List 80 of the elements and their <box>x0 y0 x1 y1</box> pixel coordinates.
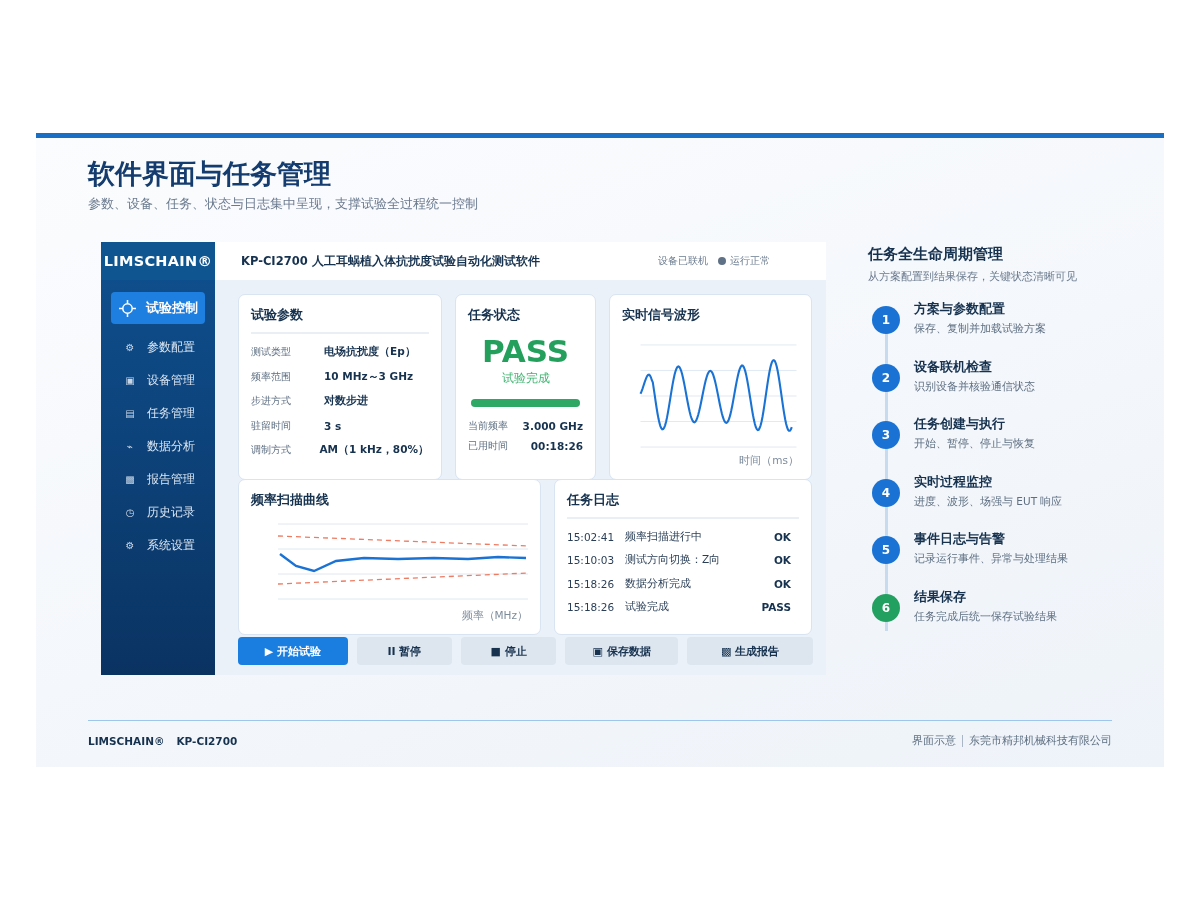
footer-model: KP-CI2700 <box>176 735 238 747</box>
footer-note: 界面示意 <box>912 734 956 748</box>
log-event: 测试方向切换：Z向 <box>625 553 722 568</box>
param-value: 对数步进 <box>324 394 368 409</box>
step-title: 任务创建与执行 <box>914 415 1006 433</box>
slide-title: 软件界面与任务管理 <box>88 157 332 191</box>
step-number: 1 <box>872 306 900 334</box>
axis-label: 频率（MHz） <box>460 609 528 623</box>
step-number: 6 <box>872 593 900 622</box>
card-title: 任务状态 <box>468 306 521 324</box>
param-label: 频率范围 <box>251 369 292 384</box>
nav-item[interactable]: ⚙ 参数配置 <box>111 331 205 364</box>
step-title: 结果保存 <box>914 587 967 606</box>
nav-item[interactable]: ◷ 历史记录 <box>111 496 205 529</box>
status-text: 设备已联机 <box>658 254 708 268</box>
step-number: 2 <box>872 363 900 392</box>
footer-brand: LIMSCHAIN® <box>88 735 165 747</box>
log-result: OK <box>773 554 792 567</box>
status-text: 运行正常 <box>730 254 770 268</box>
step-description: 保存、复制并加载试验方案 <box>914 322 1046 336</box>
step-title: 方案与参数配置 <box>914 300 1006 318</box>
log-event: 试验完成 <box>625 600 670 615</box>
log-result: OK <box>773 577 792 590</box>
card-title: 任务日志 <box>567 491 799 519</box>
nav-item[interactable]: ▤ 任务管理 <box>111 397 205 430</box>
step-description: 记录运行事件、异常与处理结果 <box>914 552 1068 566</box>
app-title: KP-CI2700 人工耳蜗植入体抗扰度试验自动化测试软件 <box>241 253 541 269</box>
param-value: 电场抗扰度（Ep） <box>324 345 416 360</box>
log-time: 15:02:41 <box>567 530 616 543</box>
step-number: 5 <box>872 536 900 564</box>
log-event: 频率扫描进行中 <box>625 529 703 544</box>
crosshair-icon <box>119 299 136 317</box>
status-label: 当前频率 <box>468 419 509 433</box>
param-label: 测试类型 <box>251 345 292 360</box>
action-button[interactable]: ▩ 生成报告 <box>687 637 813 665</box>
app-logo: LIMSCHAIN® <box>101 242 215 280</box>
nav-item[interactable]: ⌁ 数据分析 <box>111 430 205 463</box>
step-title: 实时过程监控 <box>914 472 993 491</box>
nav-item[interactable]: ▩ 报告管理 <box>111 463 205 496</box>
section-subtitle: 从方案配置到结果保存，关键状态清晰可见 <box>868 270 1078 284</box>
step-description: 识别设备并核验通信状态 <box>914 379 1035 394</box>
log-time: 15:18:26 <box>567 601 616 614</box>
action-button[interactable]: ▣ 保存数据 <box>565 637 678 665</box>
card-title: 实时信号波形 <box>622 306 701 324</box>
status-value: 00:18:26 <box>530 440 583 452</box>
log-time: 15:18:26 <box>567 577 616 590</box>
footer-company: 东莞市精邦机械科技有限公司 <box>969 734 1112 748</box>
log-result: PASS <box>761 601 792 614</box>
param-label: 步进方式 <box>251 394 292 409</box>
nav-item[interactable]: ⚙ 系统设置 <box>111 529 205 562</box>
card-title: 试验参数 <box>251 306 429 334</box>
step-title: 事件日志与告警 <box>914 530 1006 548</box>
log-time: 15:10:03 <box>567 554 616 567</box>
result-text: PASS <box>480 334 571 368</box>
step-description: 任务完成后统一保存试验结果 <box>914 609 1057 624</box>
card-title: 频率扫描曲线 <box>251 491 330 509</box>
step-number: 3 <box>872 421 900 449</box>
action-button[interactable]: II 暂停 <box>357 637 452 665</box>
action-button[interactable]: ■ 停止 <box>461 637 556 665</box>
step-description: 开始、暂停、停止与恢复 <box>914 437 1035 451</box>
status-dot <box>718 257 726 265</box>
nav-item[interactable]: 试验控制 <box>111 292 205 324</box>
status-value: 3.000 GHz <box>522 420 583 432</box>
param-label: 驻留时间 <box>251 418 292 433</box>
param-value: 10 MHz～3 GHz <box>324 369 414 384</box>
log-result: OK <box>773 530 792 543</box>
step-description: 进度、波形、场强与 EUT 响应 <box>914 494 1063 509</box>
step-title: 设备联机检查 <box>914 357 993 376</box>
param-label: 调制方式 <box>251 443 292 458</box>
status-label: 已用时间 <box>468 439 509 453</box>
param-value: 3 s <box>324 419 342 432</box>
log-event: 数据分析完成 <box>625 576 692 591</box>
step-number: 4 <box>872 478 900 507</box>
param-value: AM（1 kHz，80%） <box>319 443 429 458</box>
slide-subtitle: 参数、设备、任务、状态与日志集中呈现，支撑试验全过程统一控制 <box>88 196 479 213</box>
axis-label: 时间（ms） <box>738 454 799 468</box>
section-title: 任务全生命周期管理 <box>868 245 1004 264</box>
nav-item[interactable]: ▣ 设备管理 <box>111 364 205 397</box>
result-note: 试验完成 <box>500 370 551 387</box>
action-button[interactable]: ▶ 开始试验 <box>238 637 348 665</box>
